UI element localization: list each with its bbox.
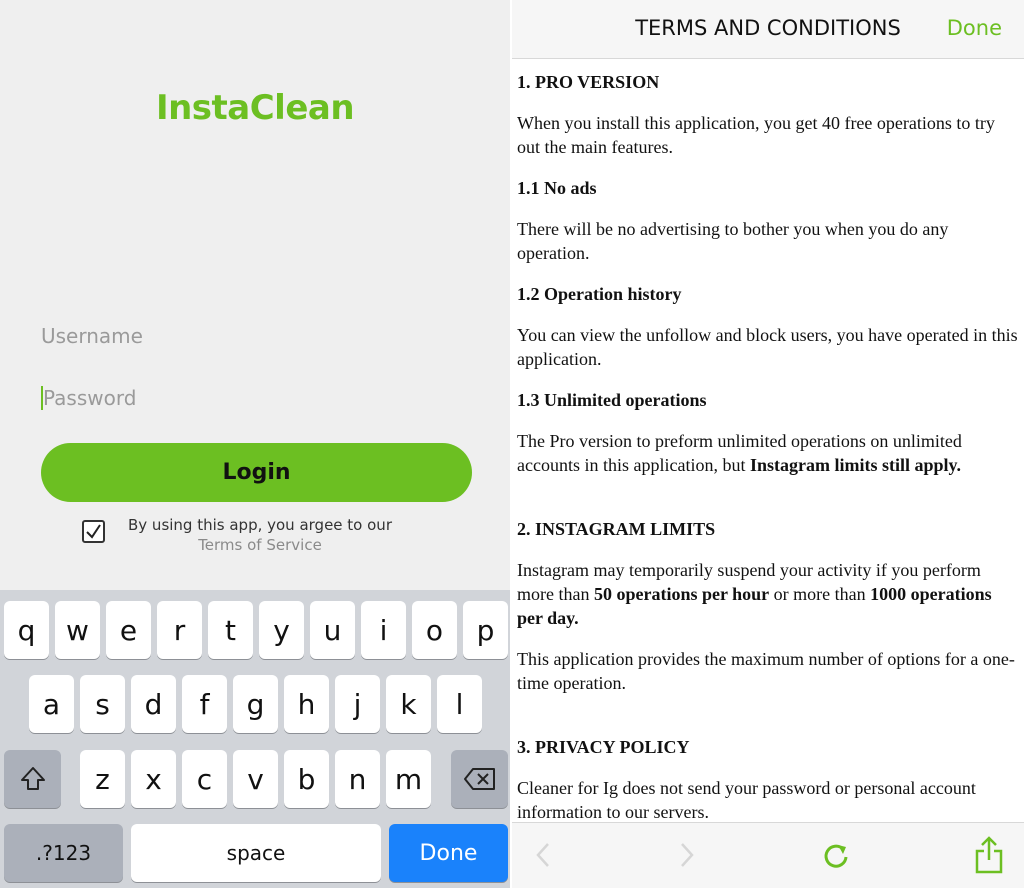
section-1-3-body: The Pro version to preform unlimited ope… [517, 429, 1019, 477]
backspace-key[interactable] [451, 750, 508, 808]
username-input[interactable]: Username [41, 316, 471, 356]
key-s[interactable]: s [80, 675, 125, 733]
section-1-3-title: 1.3 Unlimited operations [517, 390, 707, 410]
done-button[interactable]: Done [947, 16, 1002, 40]
terms-content: 1. PRO VERSION When you install this app… [517, 70, 1019, 824]
terms-screen: TERMS AND CONDITIONS Done 1. PRO VERSION… [512, 0, 1024, 888]
key-c[interactable]: c [182, 750, 227, 808]
browser-toolbar [512, 822, 1024, 888]
shift-key[interactable] [4, 750, 61, 808]
done-key[interactable]: Done [389, 824, 508, 882]
agree-label: By using this app, you argee to our [128, 516, 392, 534]
password-input[interactable]: Password [41, 378, 471, 418]
section-2-text-b: or more than [773, 584, 866, 604]
shift-icon [20, 767, 45, 790]
key-v[interactable]: v [233, 750, 278, 808]
key-b[interactable]: b [284, 750, 329, 808]
section-1-3-bold: Instagram limits still apply. [749, 455, 961, 475]
key-d[interactable]: d [131, 675, 176, 733]
section-2-body-2: This application provides the maximum nu… [517, 649, 1015, 693]
key-g[interactable]: g [233, 675, 278, 733]
section-1-2-body: You can view the unfollow and block user… [517, 325, 1018, 369]
key-l[interactable]: l [437, 675, 482, 733]
login-button[interactable]: Login [41, 443, 472, 502]
agree-checkbox[interactable] [82, 520, 105, 543]
key-j[interactable]: j [335, 675, 380, 733]
key-u[interactable]: u [310, 601, 355, 659]
app-title: InstaClean [155, 88, 355, 128]
key-k[interactable]: k [386, 675, 431, 733]
section-1-body: When you install this application, you g… [517, 113, 995, 157]
key-n[interactable]: n [335, 750, 380, 808]
key-o[interactable]: o [412, 601, 457, 659]
key-p[interactable]: p [463, 601, 508, 659]
chevron-right-icon[interactable] [678, 841, 696, 869]
numbers-key[interactable]: .?123 [4, 824, 123, 882]
key-a[interactable]: a [29, 675, 74, 733]
section-3-body: Cleaner for Ig does not send your passwo… [517, 778, 976, 822]
checkmark-icon [86, 524, 101, 539]
key-y[interactable]: y [259, 601, 304, 659]
login-screen: InstaClean Username Password Login By us… [0, 0, 510, 888]
agree-text: By using this app, you argee to our Term… [110, 515, 410, 555]
backspace-icon [463, 768, 495, 790]
section-2-title: 2. INSTAGRAM LIMITS [517, 519, 716, 539]
key-m[interactable]: m [386, 750, 431, 808]
key-i[interactable]: i [361, 601, 406, 659]
section-2-bold-a: 50 operations per hour [593, 584, 770, 604]
key-r[interactable]: r [157, 601, 202, 659]
reload-icon[interactable] [821, 839, 851, 871]
password-placeholder: Password [43, 386, 137, 410]
section-1-1-title: 1.1 No ads [517, 178, 597, 198]
navigation-bar: TERMS AND CONDITIONS Done [512, 0, 1024, 59]
key-q[interactable]: q [4, 601, 49, 659]
chevron-left-icon[interactable] [534, 841, 552, 869]
section-2-body: Instagram may temporarily suspend your a… [517, 558, 1019, 630]
terms-of-service-link[interactable]: Terms of Service [110, 535, 410, 555]
keyboard: q w e r t y u i o p a s d f g h j k l z … [0, 590, 510, 888]
key-x[interactable]: x [131, 750, 176, 808]
section-1-1-body: There will be no advertising to bother y… [517, 219, 949, 263]
share-icon[interactable] [974, 835, 1004, 875]
key-h[interactable]: h [284, 675, 329, 733]
key-t[interactable]: t [208, 601, 253, 659]
username-placeholder: Username [41, 324, 143, 348]
space-key[interactable]: space [131, 824, 381, 882]
section-1-2-title: 1.2 Operation history [517, 284, 682, 304]
section-3-title: 3. PRIVACY POLICY [517, 737, 690, 757]
key-f[interactable]: f [182, 675, 227, 733]
key-w[interactable]: w [55, 601, 100, 659]
key-z[interactable]: z [80, 750, 125, 808]
key-e[interactable]: e [106, 601, 151, 659]
section-1-title: 1. PRO VERSION [517, 72, 660, 92]
